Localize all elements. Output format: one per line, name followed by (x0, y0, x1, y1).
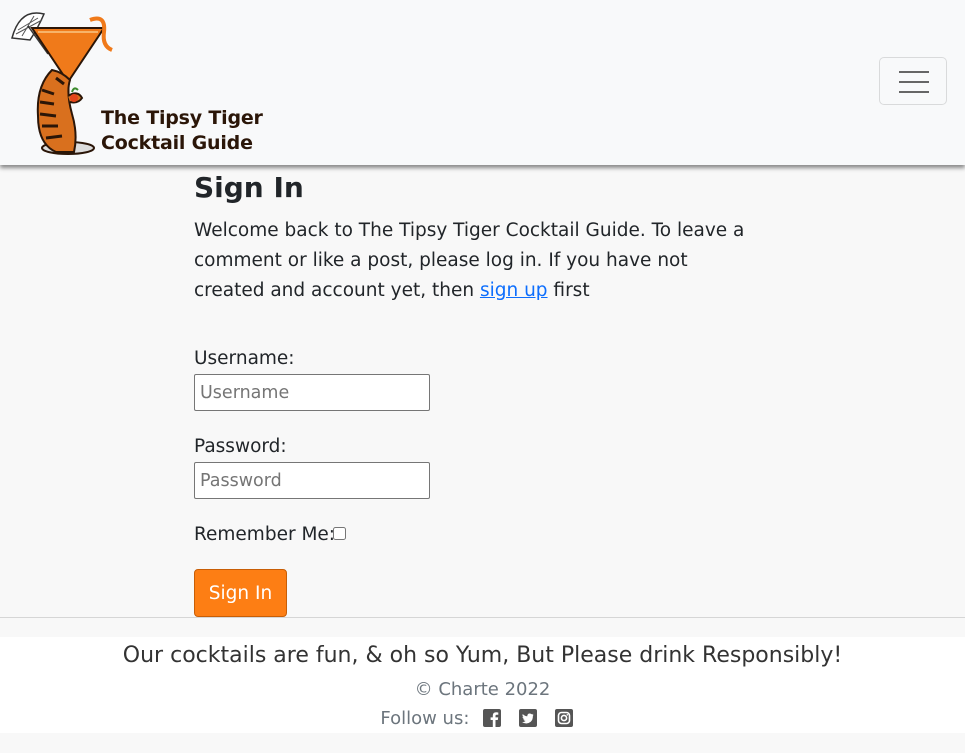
navbar: The Tipsy Tiger Cocktail Guide (0, 0, 965, 165)
intro-after: first (547, 280, 590, 301)
username-input[interactable] (194, 374, 430, 411)
footer-tagline: Our cocktails are fun, & oh so Yum, But … (122, 643, 843, 668)
password-label: Password: (194, 436, 287, 457)
brand-line-2: Cocktail Guide (101, 132, 253, 154)
remember-me-label: Remember Me: (194, 524, 336, 545)
footer-copyright: © Charte 2022 (414, 679, 551, 700)
signup-link[interactable]: sign up (480, 280, 548, 301)
footer-follow: Follow us: (0, 708, 965, 732)
social-icons (483, 709, 584, 732)
page-title: Sign In (194, 171, 304, 204)
footer-divider (0, 617, 965, 618)
instagram-icon[interactable] (554, 709, 573, 727)
page: The Tipsy Tiger Cocktail Guide Sign In W… (0, 0, 965, 753)
signin-section: Sign In Welcome back to The Tipsy Tiger … (194, 168, 754, 617)
brand-logo-link[interactable]: The Tipsy Tiger Cocktail Guide (8, 6, 263, 160)
follow-label: Follow us: (380, 708, 470, 729)
footer: Our cocktails are fun, & oh so Yum, But … (0, 637, 965, 733)
facebook-icon[interactable] (483, 709, 502, 727)
username-label: Username: (194, 348, 295, 369)
intro-text: Welcome back to The Tipsy Tiger Cocktail… (194, 216, 754, 306)
intro-before: Welcome back to The Tipsy Tiger Cocktail… (194, 220, 745, 301)
password-input[interactable] (194, 462, 430, 499)
brand-line-1: The Tipsy Tiger (101, 107, 263, 129)
remember-me-checkbox[interactable] (333, 527, 346, 540)
sign-in-button[interactable]: Sign In (194, 569, 287, 617)
navbar-toggle-button[interactable] (879, 57, 947, 105)
twitter-icon[interactable] (518, 709, 537, 727)
brand-name: The Tipsy Tiger Cocktail Guide (101, 106, 263, 156)
